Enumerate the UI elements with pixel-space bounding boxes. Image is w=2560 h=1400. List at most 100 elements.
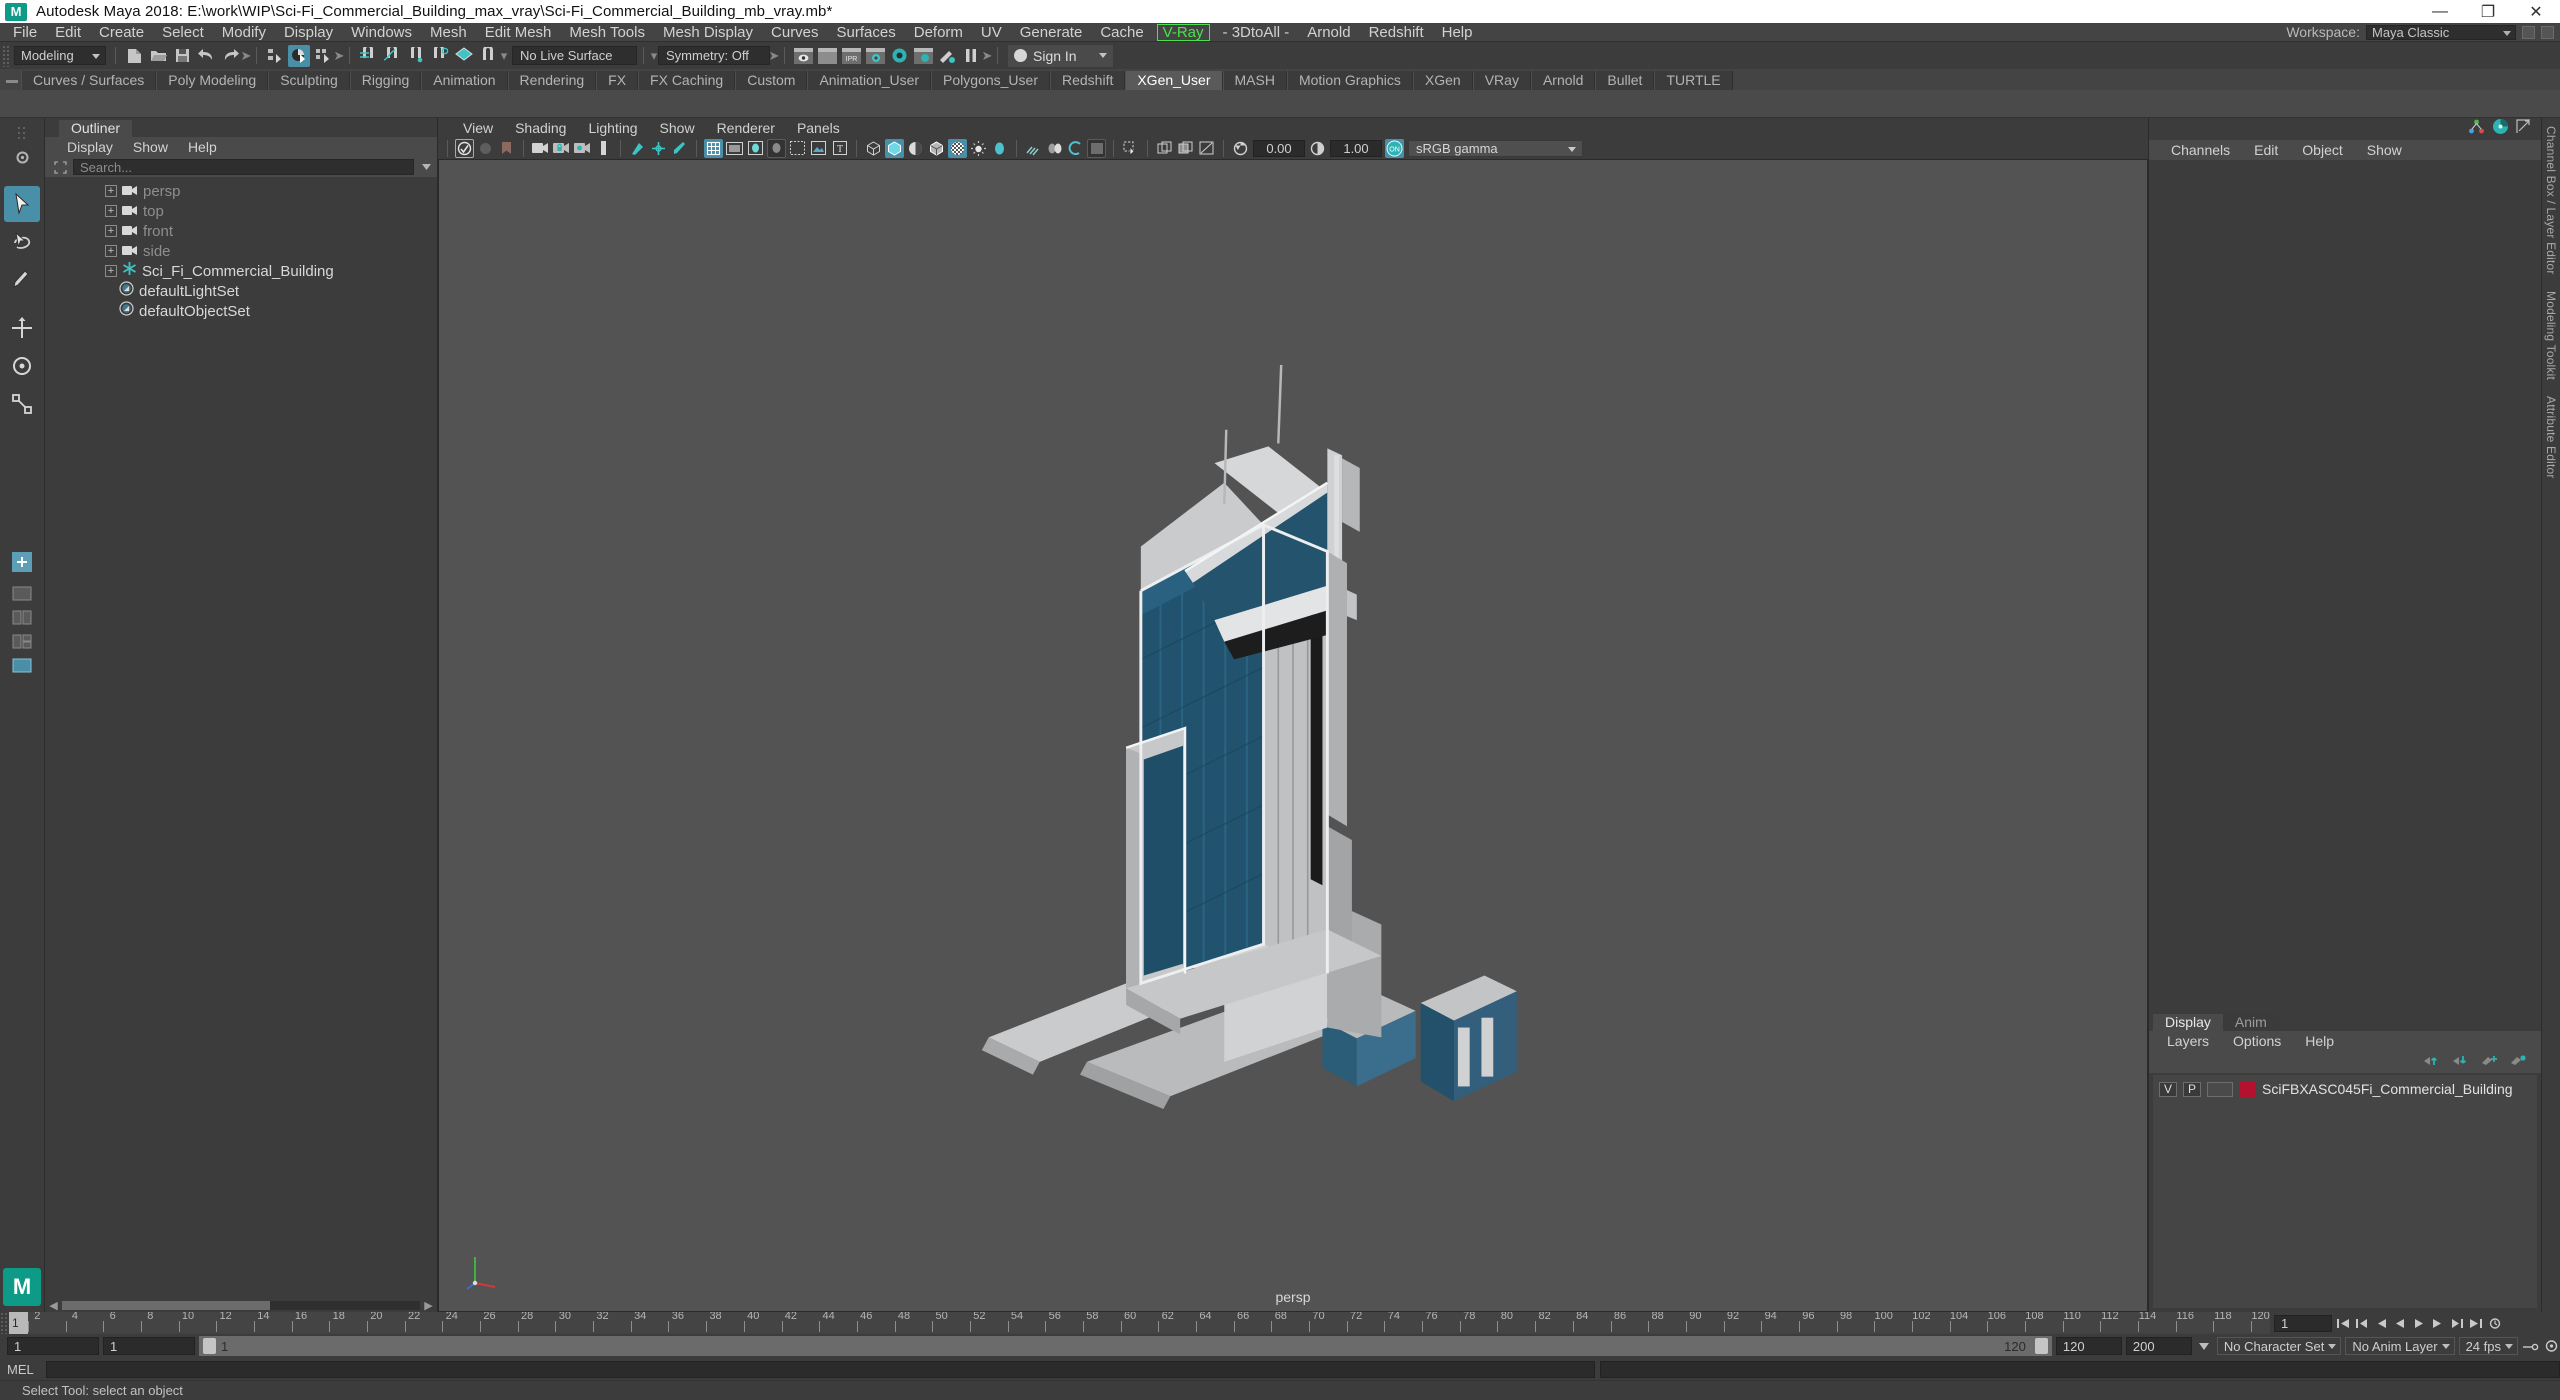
pause-render-icon[interactable] bbox=[960, 45, 982, 67]
minimize-button[interactable]: — bbox=[2416, 0, 2464, 23]
command-language-label[interactable]: MEL bbox=[7, 1362, 41, 1377]
smooth-shade-icon[interactable] bbox=[885, 138, 904, 158]
snap-view-plane-icon[interactable] bbox=[453, 45, 475, 67]
new-layer-from-selected-icon[interactable] bbox=[2510, 1052, 2527, 1072]
channel-box-icon[interactable] bbox=[2468, 119, 2485, 139]
menu-surfaces[interactable]: Surfaces bbox=[828, 23, 905, 42]
workspace-selector[interactable]: Workspace: Maya Classic bbox=[2286, 24, 2560, 40]
wireframe-shading-icon[interactable] bbox=[864, 139, 883, 158]
workspace-dropdown[interactable]: Maya Classic bbox=[2366, 24, 2516, 40]
snap-grid-icon[interactable] bbox=[357, 45, 379, 67]
channels-menu[interactable]: Channels bbox=[2159, 142, 2242, 158]
playback-start-time-field[interactable]: 1 bbox=[103, 1337, 195, 1355]
anim-layer-dropdown[interactable]: No Anim Layer bbox=[2345, 1337, 2455, 1355]
outliner-item-front[interactable]: + front bbox=[45, 221, 437, 241]
persp-viewport[interactable]: persp bbox=[438, 159, 2148, 1312]
menu-generate[interactable]: Generate bbox=[1011, 23, 1092, 42]
gate-mask-icon[interactable] bbox=[594, 139, 613, 158]
outliner-item-default-light-set[interactable]: defaultLightSet bbox=[45, 281, 437, 301]
scale-tool-icon[interactable] bbox=[4, 386, 40, 422]
go-to-end-icon[interactable] bbox=[2467, 1315, 2484, 1332]
vtab-modeling-toolkit[interactable]: Modeling Toolkit bbox=[2544, 291, 2558, 380]
two-d-pan-zoom-icon[interactable] bbox=[628, 139, 647, 158]
last-tool-icon[interactable] bbox=[4, 544, 40, 580]
new-layer-icon[interactable] bbox=[2481, 1052, 2498, 1072]
layer-help-menu[interactable]: Help bbox=[2293, 1033, 2346, 1049]
film-gate-icon[interactable] bbox=[725, 139, 744, 158]
color-management-on-icon[interactable]: ON bbox=[1385, 138, 1404, 158]
animation-preferences-g-icon[interactable] bbox=[2543, 1338, 2560, 1355]
channel-object-menu[interactable]: Object bbox=[2290, 142, 2354, 158]
viewport-menu-show[interactable]: Show bbox=[649, 120, 706, 136]
outliner-item-sci-fi-commercial-building[interactable]: + Sci_Fi_Commercial_Building bbox=[45, 261, 437, 281]
xray-icon[interactable] bbox=[788, 139, 807, 158]
select-tool-icon[interactable] bbox=[4, 186, 40, 222]
character-set-dropdown[interactable]: No Character Set bbox=[2216, 1337, 2342, 1355]
sign-in-button[interactable]: Sign In bbox=[1008, 44, 1113, 67]
channel-show-menu[interactable]: Show bbox=[2355, 142, 2414, 158]
shelf-tab-fx-caching[interactable]: FX Caching bbox=[638, 71, 736, 90]
xray-joints-icon[interactable] bbox=[1155, 139, 1174, 158]
viewport-menu-shading[interactable]: Shading bbox=[504, 120, 577, 136]
layer-playback-toggle[interactable]: P bbox=[2183, 1081, 2201, 1097]
scroll-left-icon[interactable]: ◀ bbox=[48, 1299, 59, 1312]
statusline-grip[interactable] bbox=[2, 44, 11, 67]
menu-display[interactable]: Display bbox=[275, 23, 342, 42]
play-forwards-icon[interactable] bbox=[2410, 1315, 2427, 1332]
move-tool-icon[interactable] bbox=[4, 310, 40, 346]
shelf-tab-fx[interactable]: FX bbox=[596, 71, 639, 90]
text-overlay-icon[interactable]: T bbox=[830, 139, 849, 158]
lasso-tool-icon[interactable] bbox=[4, 224, 40, 260]
outliner-item-top[interactable]: + top bbox=[45, 201, 437, 221]
layer-name[interactable]: SciFBXASC045Fi_Commercial_Building bbox=[2262, 1081, 2513, 1097]
range-slider[interactable]: 1 120 bbox=[199, 1336, 2052, 1356]
open-scene-icon[interactable] bbox=[147, 45, 169, 67]
collapse-arrow-icon[interactable]: ➤ bbox=[334, 45, 345, 67]
menu-arnold[interactable]: Arnold bbox=[1298, 23, 1359, 42]
menu-file[interactable]: File bbox=[4, 23, 46, 42]
ao-icon[interactable] bbox=[1045, 139, 1064, 158]
chevron-down-icon[interactable]: ▾ bbox=[650, 45, 658, 67]
ipr-render-icon[interactable]: IPR bbox=[840, 45, 862, 67]
xray-active-icon[interactable] bbox=[1176, 139, 1195, 158]
layout-two-panes-icon[interactable] bbox=[7, 606, 37, 628]
layout-single-icon[interactable] bbox=[7, 582, 37, 604]
color-profile-dropdown[interactable]: sRGB gamma bbox=[1408, 139, 1583, 157]
camera-settings-icon[interactable] bbox=[573, 139, 592, 158]
expand-icon[interactable]: + bbox=[105, 225, 117, 237]
rotate-tool-icon[interactable] bbox=[4, 348, 40, 384]
channel-box-content[interactable] bbox=[2149, 160, 2541, 1012]
layer-visibility-toggle[interactable]: V bbox=[2159, 1081, 2177, 1097]
wireframe-on-shaded-icon[interactable] bbox=[927, 139, 946, 158]
auto-keyframe-icon[interactable] bbox=[2522, 1338, 2539, 1355]
camera-attributes-icon[interactable] bbox=[531, 139, 550, 158]
gate-mask-toggle-icon[interactable] bbox=[767, 138, 786, 158]
snap-curve-icon[interactable] bbox=[381, 45, 403, 67]
animation-preferences-icon[interactable] bbox=[2486, 1315, 2503, 1332]
menu-3dtoall[interactable]: - 3DtoAll - bbox=[1214, 23, 1299, 42]
render-settings-icon[interactable] bbox=[864, 45, 886, 67]
playback-speed-dropdown[interactable]: 24 fps bbox=[2458, 1337, 2518, 1355]
scroll-thumb[interactable] bbox=[62, 1301, 270, 1310]
toolbox-grip[interactable] bbox=[7, 122, 37, 144]
magnet-icon[interactable] bbox=[477, 45, 499, 67]
outliner-item-side[interactable]: + side bbox=[45, 241, 437, 261]
menu-curves[interactable]: Curves bbox=[762, 23, 828, 42]
undo-icon[interactable] bbox=[195, 45, 217, 67]
collapse-arrow-icon[interactable]: ➤ bbox=[982, 45, 993, 67]
isolate-select-icon[interactable] bbox=[1121, 139, 1140, 158]
render-view-icon[interactable] bbox=[792, 45, 814, 67]
shelf-tab-motion-graphics[interactable]: Motion Graphics bbox=[1286, 71, 1413, 90]
step-back-frame-icon[interactable] bbox=[2372, 1315, 2389, 1332]
current-frame-field[interactable]: 1 bbox=[2274, 1314, 2332, 1332]
mel-response-field[interactable] bbox=[1600, 1360, 2560, 1378]
new-scene-icon[interactable] bbox=[123, 45, 145, 67]
menu-deform[interactable]: Deform bbox=[905, 23, 972, 42]
menuset-dropdown[interactable]: Modeling bbox=[14, 46, 106, 65]
expand-icon[interactable]: + bbox=[105, 205, 117, 217]
redo-icon[interactable] bbox=[219, 45, 241, 67]
shelf-tab-animation-user[interactable]: Animation_User bbox=[807, 71, 932, 90]
layer-row[interactable]: V P SciFBXASC045Fi_Commercial_Building bbox=[2153, 1079, 2537, 1099]
menu-windows[interactable]: Windows bbox=[342, 23, 421, 42]
layer-state-toggle[interactable] bbox=[2207, 1081, 2233, 1097]
